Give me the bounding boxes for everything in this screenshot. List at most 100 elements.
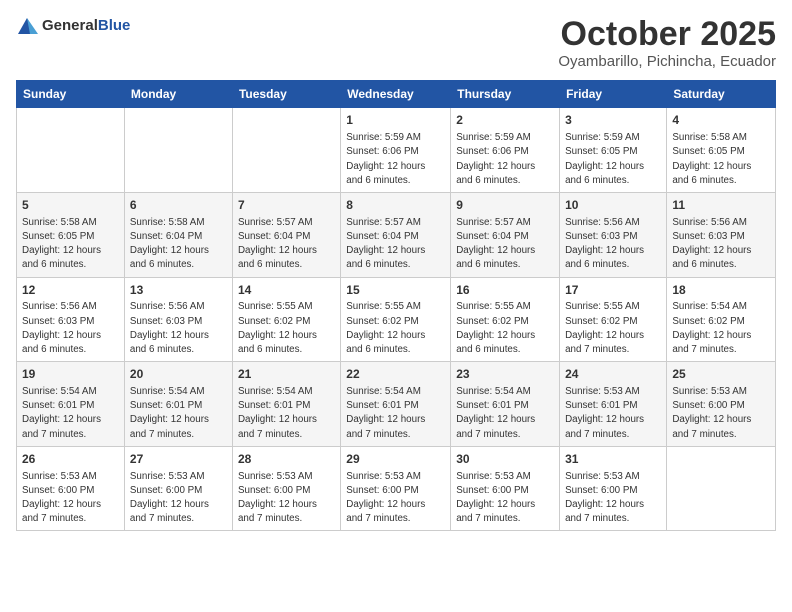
day-number: 24 bbox=[565, 366, 661, 383]
day-info: Sunrise: 5:58 AM Sunset: 6:05 PM Dayligh… bbox=[672, 131, 770, 188]
day-number: 8 bbox=[346, 197, 445, 214]
calendar-week-row: 26 Sunrise: 5:53 AM Sunset: 6:00 PM Dayli… bbox=[17, 446, 776, 531]
day-number: 1 bbox=[346, 112, 445, 129]
calendar-cell: 14Sunrise: 5:55 AM Sunset: 6:02 PM Dayli… bbox=[232, 277, 340, 362]
day-info: Sunrise: 5:53 AM Sunset: 6:00 PM Dayligh… bbox=[346, 470, 445, 527]
day-info: Sunrise: 5:54 AM Sunset: 6:01 PM Dayligh… bbox=[456, 385, 554, 442]
page-header: GeneralBlue October 2025 Oyambarillo, Pi… bbox=[16, 16, 776, 70]
calendar-cell: 8 Sunrise: 5:57 AM Sunset: 6:04 PM Daylig… bbox=[341, 193, 451, 278]
day-info: Sunrise: 5:57 AM Sunset: 6:04 PM Dayligh… bbox=[456, 216, 554, 273]
day-number: 4 bbox=[672, 112, 770, 129]
day-number: 15 bbox=[346, 282, 445, 299]
calendar-subtitle: Oyambarillo, Pichincha, Ecuador bbox=[558, 53, 776, 70]
header-wednesday: Wednesday bbox=[341, 81, 451, 108]
day-number: 28 bbox=[238, 451, 335, 468]
day-info: Sunrise: 5:53 AM Sunset: 6:00 PM Dayligh… bbox=[22, 470, 119, 527]
calendar-week-row: 12Sunrise: 5:56 AM Sunset: 6:03 PM Dayli… bbox=[17, 277, 776, 362]
day-info: Sunrise: 5:56 AM Sunset: 6:03 PM Dayligh… bbox=[565, 216, 661, 273]
day-number: 9 bbox=[456, 197, 554, 214]
day-info: Sunrise: 5:54 AM Sunset: 6:01 PM Dayligh… bbox=[238, 385, 335, 442]
day-number: 29 bbox=[346, 451, 445, 468]
day-info: Sunrise: 5:56 AM Sunset: 6:03 PM Dayligh… bbox=[130, 300, 227, 357]
calendar-cell: 24 Sunrise: 5:53 AM Sunset: 6:01 PM Dayli… bbox=[560, 362, 667, 447]
calendar-cell bbox=[17, 108, 125, 193]
calendar-table: SundayMondayTuesdayWednesdayThursdayFrid… bbox=[16, 80, 776, 531]
calendar-cell: 5 Sunrise: 5:58 AM Sunset: 6:05 PM Daylig… bbox=[17, 193, 125, 278]
day-info: Sunrise: 5:53 AM Sunset: 6:00 PM Dayligh… bbox=[672, 385, 770, 442]
calendar-cell bbox=[232, 108, 340, 193]
logo-icon bbox=[16, 16, 38, 36]
calendar-cell: 19Sunrise: 5:54 AM Sunset: 6:01 PM Dayli… bbox=[17, 362, 125, 447]
calendar-cell bbox=[124, 108, 232, 193]
calendar-cell: 20Sunrise: 5:54 AM Sunset: 6:01 PM Dayli… bbox=[124, 362, 232, 447]
calendar-cell: 21Sunrise: 5:54 AM Sunset: 6:01 PM Dayli… bbox=[232, 362, 340, 447]
day-info: Sunrise: 5:59 AM Sunset: 6:05 PM Dayligh… bbox=[565, 131, 661, 188]
calendar-cell: 28 Sunrise: 5:53 AM Sunset: 6:00 PM Dayli… bbox=[232, 446, 340, 531]
header-friday: Friday bbox=[560, 81, 667, 108]
day-number: 22 bbox=[346, 366, 445, 383]
header-saturday: Saturday bbox=[667, 81, 776, 108]
calendar-cell: 23Sunrise: 5:54 AM Sunset: 6:01 PM Dayli… bbox=[451, 362, 560, 447]
day-number: 14 bbox=[238, 282, 335, 299]
day-number: 11 bbox=[672, 197, 770, 214]
day-info: Sunrise: 5:58 AM Sunset: 6:05 PM Dayligh… bbox=[22, 216, 119, 273]
day-number: 5 bbox=[22, 197, 119, 214]
header-monday: Monday bbox=[124, 81, 232, 108]
header-sunday: Sunday bbox=[17, 81, 125, 108]
header-tuesday: Tuesday bbox=[232, 81, 340, 108]
day-info: Sunrise: 5:55 AM Sunset: 6:02 PM Dayligh… bbox=[346, 300, 445, 357]
calendar-cell: 16Sunrise: 5:55 AM Sunset: 6:02 PM Dayli… bbox=[451, 277, 560, 362]
day-number: 3 bbox=[565, 112, 661, 129]
day-number: 31 bbox=[565, 451, 661, 468]
logo-general: General bbox=[42, 17, 98, 34]
day-info: Sunrise: 5:58 AM Sunset: 6:04 PM Dayligh… bbox=[130, 216, 227, 273]
calendar-title: October 2025 bbox=[558, 16, 776, 53]
day-number: 13 bbox=[130, 282, 227, 299]
day-number: 12 bbox=[22, 282, 119, 299]
calendar-cell: 17Sunrise: 5:55 AM Sunset: 6:02 PM Dayli… bbox=[560, 277, 667, 362]
day-info: Sunrise: 5:55 AM Sunset: 6:02 PM Dayligh… bbox=[456, 300, 554, 357]
day-number: 16 bbox=[456, 282, 554, 299]
day-info: Sunrise: 5:53 AM Sunset: 6:01 PM Dayligh… bbox=[565, 385, 661, 442]
calendar-cell: 9 Sunrise: 5:57 AM Sunset: 6:04 PM Daylig… bbox=[451, 193, 560, 278]
day-number: 10 bbox=[565, 197, 661, 214]
title-block: October 2025 Oyambarillo, Pichincha, Ecu… bbox=[558, 16, 776, 70]
calendar-cell: 10 Sunrise: 5:56 AM Sunset: 6:03 PM Dayli… bbox=[560, 193, 667, 278]
calendar-week-row: 19Sunrise: 5:54 AM Sunset: 6:01 PM Dayli… bbox=[17, 362, 776, 447]
day-info: Sunrise: 5:56 AM Sunset: 6:03 PM Dayligh… bbox=[672, 216, 770, 273]
day-info: Sunrise: 5:54 AM Sunset: 6:01 PM Dayligh… bbox=[22, 385, 119, 442]
day-number: 26 bbox=[22, 451, 119, 468]
day-info: Sunrise: 5:59 AM Sunset: 6:06 PM Dayligh… bbox=[346, 131, 445, 188]
day-info: Sunrise: 5:57 AM Sunset: 6:04 PM Dayligh… bbox=[346, 216, 445, 273]
day-number: 6 bbox=[130, 197, 227, 214]
calendar-cell: 27 Sunrise: 5:53 AM Sunset: 6:00 PM Dayli… bbox=[124, 446, 232, 531]
calendar-cell: 26 Sunrise: 5:53 AM Sunset: 6:00 PM Dayli… bbox=[17, 446, 125, 531]
calendar-week-row: 5 Sunrise: 5:58 AM Sunset: 6:05 PM Daylig… bbox=[17, 193, 776, 278]
day-info: Sunrise: 5:54 AM Sunset: 6:01 PM Dayligh… bbox=[130, 385, 227, 442]
calendar-cell: 18Sunrise: 5:54 AM Sunset: 6:02 PM Dayli… bbox=[667, 277, 776, 362]
day-number: 27 bbox=[130, 451, 227, 468]
calendar-cell: 30Sunrise: 5:53 AM Sunset: 6:00 PM Dayli… bbox=[451, 446, 560, 531]
day-info: Sunrise: 5:57 AM Sunset: 6:04 PM Dayligh… bbox=[238, 216, 335, 273]
day-info: Sunrise: 5:53 AM Sunset: 6:00 PM Dayligh… bbox=[456, 470, 554, 527]
day-info: Sunrise: 5:54 AM Sunset: 6:01 PM Dayligh… bbox=[346, 385, 445, 442]
day-number: 2 bbox=[456, 112, 554, 129]
calendar-cell: 13Sunrise: 5:56 AM Sunset: 6:03 PM Dayli… bbox=[124, 277, 232, 362]
calendar-cell: 1 Sunrise: 5:59 AM Sunset: 6:06 PM Daylig… bbox=[341, 108, 451, 193]
day-number: 25 bbox=[672, 366, 770, 383]
logo-blue: Blue bbox=[98, 17, 131, 34]
calendar-cell: 3 Sunrise: 5:59 AM Sunset: 6:05 PM Daylig… bbox=[560, 108, 667, 193]
calendar-cell: 4 Sunrise: 5:58 AM Sunset: 6:05 PM Daylig… bbox=[667, 108, 776, 193]
calendar-cell: 29 Sunrise: 5:53 AM Sunset: 6:00 PM Dayli… bbox=[341, 446, 451, 531]
calendar-cell: 2 Sunrise: 5:59 AM Sunset: 6:06 PM Daylig… bbox=[451, 108, 560, 193]
day-number: 7 bbox=[238, 197, 335, 214]
calendar-cell: 31 Sunrise: 5:53 AM Sunset: 6:00 PM Dayli… bbox=[560, 446, 667, 531]
day-info: Sunrise: 5:56 AM Sunset: 6:03 PM Dayligh… bbox=[22, 300, 119, 357]
day-number: 17 bbox=[565, 282, 661, 299]
calendar-cell: 25 Sunrise: 5:53 AM Sunset: 6:00 PM Dayli… bbox=[667, 362, 776, 447]
day-info: Sunrise: 5:53 AM Sunset: 6:00 PM Dayligh… bbox=[238, 470, 335, 527]
calendar-cell: 7 Sunrise: 5:57 AM Sunset: 6:04 PM Daylig… bbox=[232, 193, 340, 278]
day-info: Sunrise: 5:59 AM Sunset: 6:06 PM Dayligh… bbox=[456, 131, 554, 188]
day-info: Sunrise: 5:53 AM Sunset: 6:00 PM Dayligh… bbox=[130, 470, 227, 527]
day-info: Sunrise: 5:53 AM Sunset: 6:00 PM Dayligh… bbox=[565, 470, 661, 527]
